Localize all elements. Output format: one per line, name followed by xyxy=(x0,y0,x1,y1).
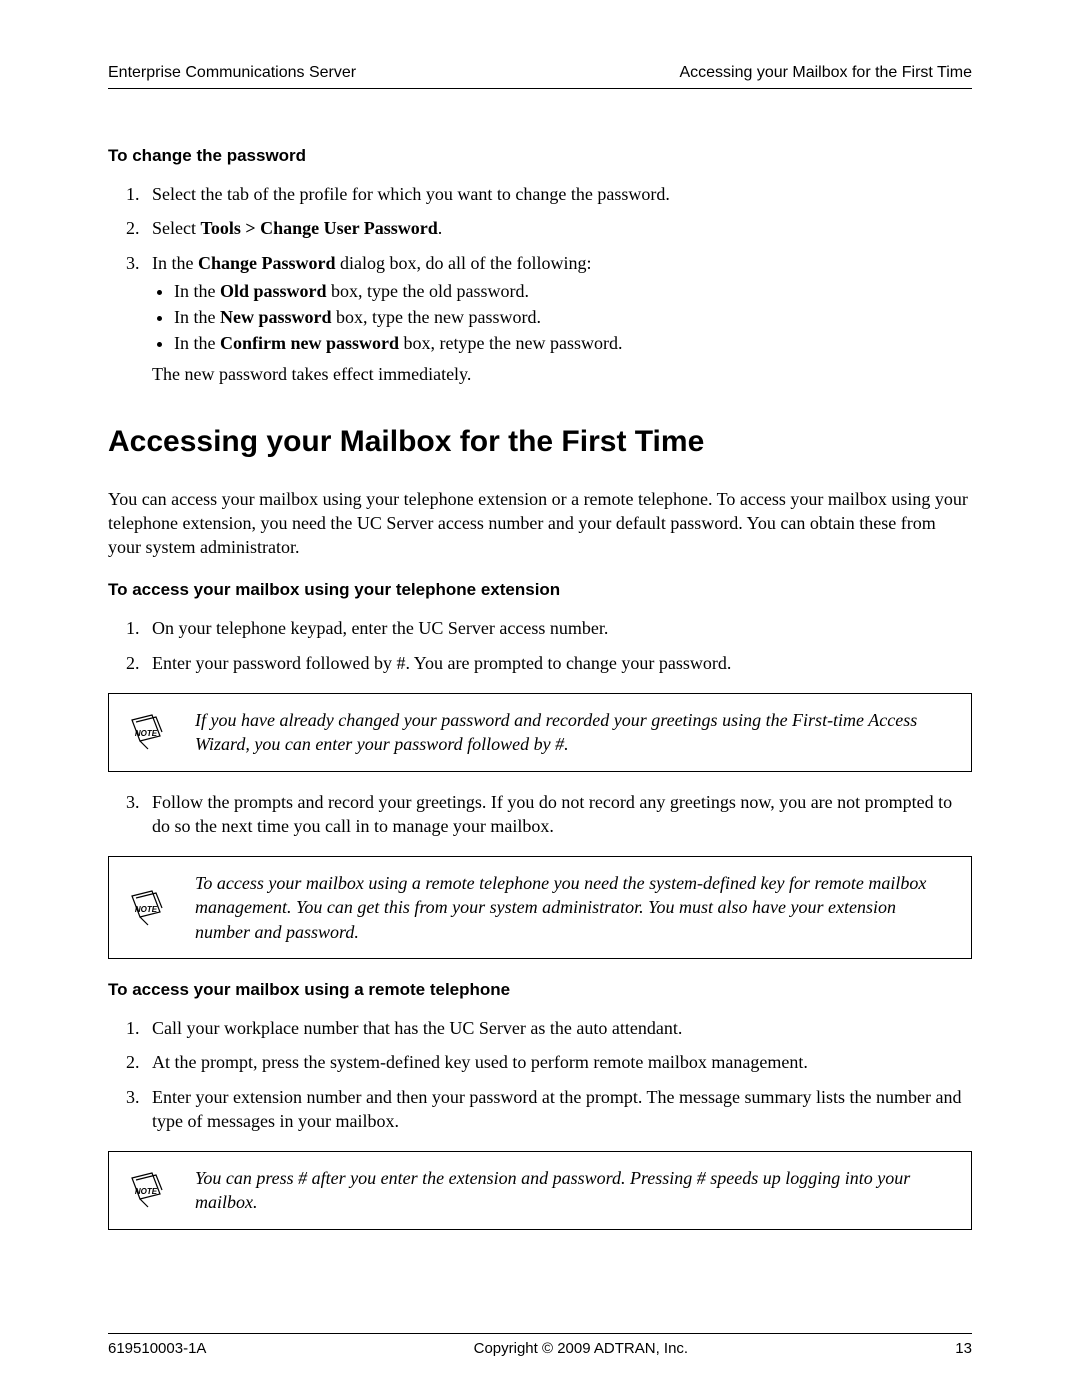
ext-heading: To access your mailbox using your teleph… xyxy=(108,579,972,602)
step-trailing-text: The new password takes effect immediatel… xyxy=(152,362,972,386)
ext-steps: On your telephone keypad, enter the UC S… xyxy=(108,616,972,675)
step-text: At the prompt, press the system-defined … xyxy=(152,1052,808,1072)
section-title: Accessing your Mailbox for the First Tim… xyxy=(108,422,972,463)
note-box: NOTE If you have already changed your pa… xyxy=(108,693,972,772)
step-text: Select the tab of the profile for which … xyxy=(152,184,670,204)
running-head: Enterprise Communications Server Accessi… xyxy=(108,64,972,89)
note-icon: NOTE xyxy=(123,888,169,928)
change-password-heading: To change the password xyxy=(108,145,972,168)
list-item: In the New password box, type the new pa… xyxy=(174,305,972,329)
list-item: At the prompt, press the system-defined … xyxy=(144,1050,972,1074)
sub-bullets: In the Old password box, type the old pa… xyxy=(174,279,972,356)
note-text: To access your mailbox using a remote te… xyxy=(195,871,953,944)
step-text: In the Change Password dialog box, do al… xyxy=(152,253,591,273)
note-text: If you have already changed your passwor… xyxy=(195,708,953,757)
step-text: On your telephone keypad, enter the UC S… xyxy=(152,618,608,638)
step-text: Select Tools > Change User Password. xyxy=(152,218,442,238)
list-item: Select the tab of the profile for which … xyxy=(144,182,972,206)
change-password-steps: Select the tab of the profile for which … xyxy=(108,182,972,386)
step-text: Follow the prompts and record your greet… xyxy=(152,792,952,836)
footer-doc-number: 619510003-1A xyxy=(108,1340,206,1357)
intro-paragraph: You can access your mailbox using your t… xyxy=(108,487,972,560)
running-head-right: Accessing your Mailbox for the First Tim… xyxy=(679,64,972,82)
list-item: Follow the prompts and record your greet… xyxy=(144,790,972,839)
step-text: Enter your extension number and then you… xyxy=(152,1087,962,1131)
note-icon: NOTE xyxy=(123,712,169,752)
list-item: In the Old password box, type the old pa… xyxy=(174,279,972,303)
list-item: On your telephone keypad, enter the UC S… xyxy=(144,616,972,640)
rem-steps: Call your workplace number that has the … xyxy=(108,1016,972,1133)
list-item: Enter your password followed by #. You a… xyxy=(144,651,972,675)
svg-text:NOTE: NOTE xyxy=(135,729,158,738)
svg-text:NOTE: NOTE xyxy=(135,1187,158,1196)
step-text: Call your workplace number that has the … xyxy=(152,1018,682,1038)
page-footer: 619510003-1A Copyright © 2009 ADTRAN, In… xyxy=(108,1333,972,1357)
document-page: Enterprise Communications Server Accessi… xyxy=(0,0,1080,1397)
note-text: You can press # after you enter the exte… xyxy=(195,1166,953,1215)
ext-steps-cont: Follow the prompts and record your greet… xyxy=(108,790,972,839)
note-box: NOTE To access your mailbox using a remo… xyxy=(108,856,972,959)
list-item: Enter your extension number and then you… xyxy=(144,1085,972,1134)
list-item: In the Change Password dialog box, do al… xyxy=(144,251,972,386)
note-box: NOTE You can press # after you enter the… xyxy=(108,1151,972,1230)
svg-text:NOTE: NOTE xyxy=(135,905,158,914)
list-item: Call your workplace number that has the … xyxy=(144,1016,972,1040)
list-item: Select Tools > Change User Password. xyxy=(144,216,972,240)
body-area: To change the password Select the tab of… xyxy=(108,125,972,1309)
step-text: Enter your password followed by #. You a… xyxy=(152,653,731,673)
rem-heading: To access your mailbox using a remote te… xyxy=(108,979,972,1002)
note-icon: NOTE xyxy=(123,1170,169,1210)
footer-copyright: Copyright © 2009 ADTRAN, Inc. xyxy=(474,1340,688,1357)
list-item: In the Confirm new password box, retype … xyxy=(174,331,972,355)
running-head-left: Enterprise Communications Server xyxy=(108,64,356,82)
footer-page-number: 13 xyxy=(955,1340,972,1357)
